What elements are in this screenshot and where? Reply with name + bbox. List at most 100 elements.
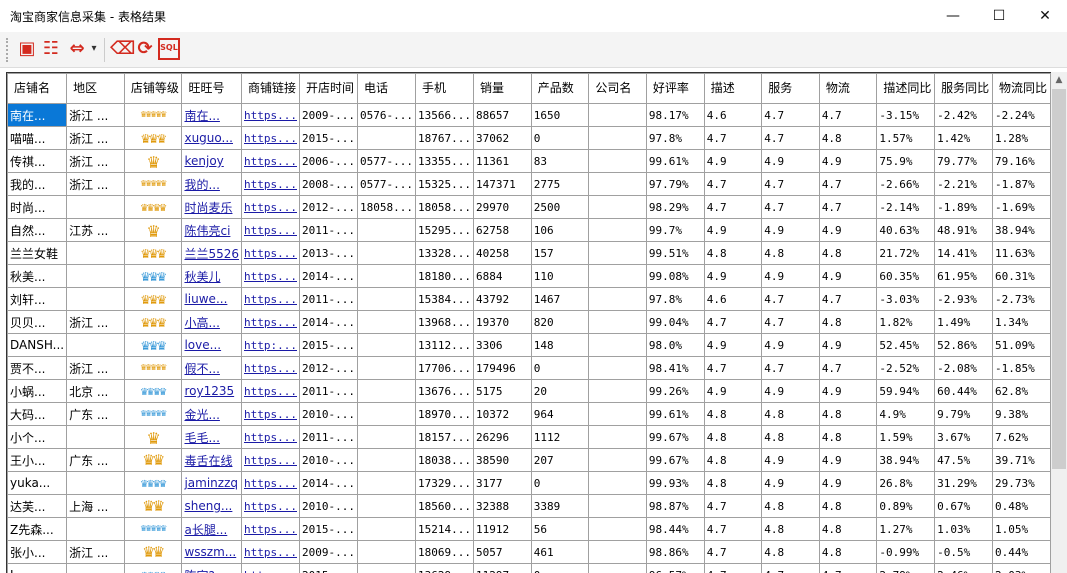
table-cell[interactable] (588, 471, 647, 495)
table-cell[interactable]: 浙江 ... (66, 126, 125, 150)
table-cell[interactable]: 59.94% (876, 379, 936, 403)
table-cell[interactable]: 4.9 (761, 264, 820, 288)
table-cell[interactable]: 0 (530, 126, 590, 150)
table-cell[interactable]: 4.8 (818, 241, 878, 265)
table-cell[interactable]: 2014-... (299, 310, 358, 334)
table-cell[interactable]: 4.7 (761, 310, 820, 334)
link-cell[interactable]: wsszm... (181, 540, 243, 564)
table-cell[interactable]: 13629... (414, 563, 474, 573)
table-cell[interactable] (356, 448, 416, 472)
table-cell[interactable]: 4.7 (761, 356, 820, 380)
table-cell[interactable] (356, 517, 416, 541)
table-row[interactable]: 南在... 浙江 ... ♛♛♛♛♛ 南在... https... 2009-... 057… (7, 103, 1051, 127)
table-cell[interactable] (66, 333, 125, 357)
table-cell[interactable]: 98.44% (645, 517, 705, 541)
table-cell[interactable] (588, 563, 647, 573)
table-cell[interactable]: -1.69% (991, 195, 1051, 219)
table-cell[interactable] (356, 218, 416, 242)
table-cell[interactable]: 0 (530, 471, 590, 495)
link-cell[interactable]: https... (241, 103, 300, 127)
table-cell[interactable]: 5057 (472, 540, 532, 564)
column-header[interactable]: 店铺等级 (123, 73, 183, 104)
table-cell[interactable]: 4.8 (703, 241, 763, 265)
table-cell[interactable]: 106 (530, 218, 590, 242)
table-cell[interactable]: 26296 (472, 425, 532, 449)
shop-level-cell[interactable]: ♛♛ (123, 540, 183, 564)
link-cell[interactable]: 我的... (181, 172, 243, 196)
table-cell[interactable]: 2775 (530, 172, 590, 196)
table-cell[interactable]: 2014-... (299, 264, 358, 288)
table-cell[interactable]: -2.93% (934, 287, 993, 311)
table-cell[interactable]: 2009-... (299, 103, 358, 127)
table-row[interactable]: Z先森... ♛♛♛♛♛ a长腿... https... 2015-... 15214..… (7, 517, 1051, 541)
table-cell[interactable]: 18038... (414, 448, 474, 472)
table-cell[interactable]: 喵喵... (7, 126, 68, 150)
column-header[interactable]: 公司名 (588, 73, 647, 104)
link-cell[interactable]: https... (241, 172, 300, 196)
shop-level-cell[interactable]: ♛♛♛♛♛ (123, 103, 183, 127)
table-row[interactable]: 时尚... ♛♛♛♛ 时尚麦乐 https... 2012-... 18058... 180… (7, 195, 1051, 219)
column-header[interactable]: 销量 (472, 73, 532, 104)
shop-level-cell[interactable]: ♛♛♛ (123, 264, 183, 288)
link-cell[interactable]: https... (241, 379, 300, 403)
table-cell[interactable]: 2013-... (299, 241, 358, 265)
table-cell[interactable]: 79.16% (991, 149, 1051, 173)
table-cell[interactable] (66, 517, 125, 541)
table-cell[interactable]: -1.85% (991, 356, 1051, 380)
table-row[interactable]: 小蜗... 北京 ... ♛♛♛♛ roy1235 https... 2011-... 13… (7, 379, 1051, 403)
table-cell[interactable]: 32388 (472, 494, 532, 518)
shop-level-cell[interactable]: ♛♛♛♛ (123, 195, 183, 219)
table-row[interactable]: 小个... ♛ 毛毛... https... 2011-... 18157... 26296… (7, 425, 1051, 449)
table-cell[interactable]: 4.8 (818, 517, 878, 541)
table-cell[interactable]: 4.6 (703, 103, 763, 127)
close-button[interactable]: ✕ (1022, 4, 1067, 28)
table-cell[interactable]: 99.51% (645, 241, 705, 265)
table-cell[interactable]: 99.08% (645, 264, 705, 288)
table-cell[interactable]: 15325... (414, 172, 474, 196)
link-cell[interactable]: https... (241, 287, 300, 311)
table-cell[interactable]: 4.8 (818, 425, 878, 449)
table-cell[interactable]: 40258 (472, 241, 532, 265)
scrollbar-thumb[interactable] (1052, 89, 1066, 469)
table-cell[interactable]: 2010-... (299, 494, 358, 518)
table-cell[interactable]: 15384... (414, 287, 474, 311)
table-cell[interactable]: L... (7, 563, 68, 573)
table-cell[interactable]: 4.9 (761, 448, 820, 472)
table-cell[interactable]: 4.9 (818, 218, 878, 242)
table-cell[interactable] (66, 241, 125, 265)
link-cell[interactable]: xuguo... (181, 126, 243, 150)
link-cell[interactable]: https... (241, 310, 300, 334)
table-cell[interactable]: 2012-... (299, 356, 358, 380)
column-header[interactable]: 服务同比 (934, 73, 993, 104)
table-cell[interactable] (356, 264, 416, 288)
table-cell[interactable]: 99.26% (645, 379, 705, 403)
eraser-icon[interactable]: ⌫ (110, 38, 135, 60)
table-cell[interactable] (588, 310, 647, 334)
column-header[interactable]: 描述同比 (876, 73, 936, 104)
table-row[interactable]: 张小... 浙江 ... ♛♛ wsszm... https... 2009-... 180… (7, 540, 1051, 564)
table-cell[interactable]: 1.34% (991, 310, 1051, 334)
shop-level-cell[interactable]: ♛ (123, 218, 183, 242)
shop-level-cell[interactable]: ♛♛♛♛♛ (123, 402, 183, 426)
table-cell[interactable]: 1.42% (934, 126, 993, 150)
table-cell[interactable]: 2015-... (299, 126, 358, 150)
table-cell[interactable]: 2011-... (299, 425, 358, 449)
minimize-button[interactable]: — (930, 4, 976, 28)
column-header[interactable]: 地区 (66, 73, 125, 104)
link-cell[interactable]: https... (241, 494, 300, 518)
table-cell[interactable] (66, 563, 125, 573)
table-cell[interactable]: 4.8 (703, 402, 763, 426)
table-cell[interactable]: 99.61% (645, 402, 705, 426)
shop-level-cell[interactable]: ♛♛♛ (123, 126, 183, 150)
table-cell[interactable]: 15295... (414, 218, 474, 242)
table-row[interactable]: 大码... 广东 ... ♛♛♛♛♛ 金光... https... 2010-... 189… (7, 402, 1051, 426)
table-cell[interactable]: 88657 (472, 103, 532, 127)
shop-level-cell[interactable]: ♛♛♛♛ (123, 379, 183, 403)
table-cell[interactable]: 3389 (530, 494, 590, 518)
table-cell[interactable]: 2014-... (299, 471, 358, 495)
table-cell[interactable]: 99.67% (645, 448, 705, 472)
table-cell[interactable]: 4.8 (703, 471, 763, 495)
table-cell[interactable]: 4.8 (761, 241, 820, 265)
table-cell[interactable]: 浙江 ... (66, 172, 125, 196)
table-cell[interactable]: -2.21% (934, 172, 993, 196)
